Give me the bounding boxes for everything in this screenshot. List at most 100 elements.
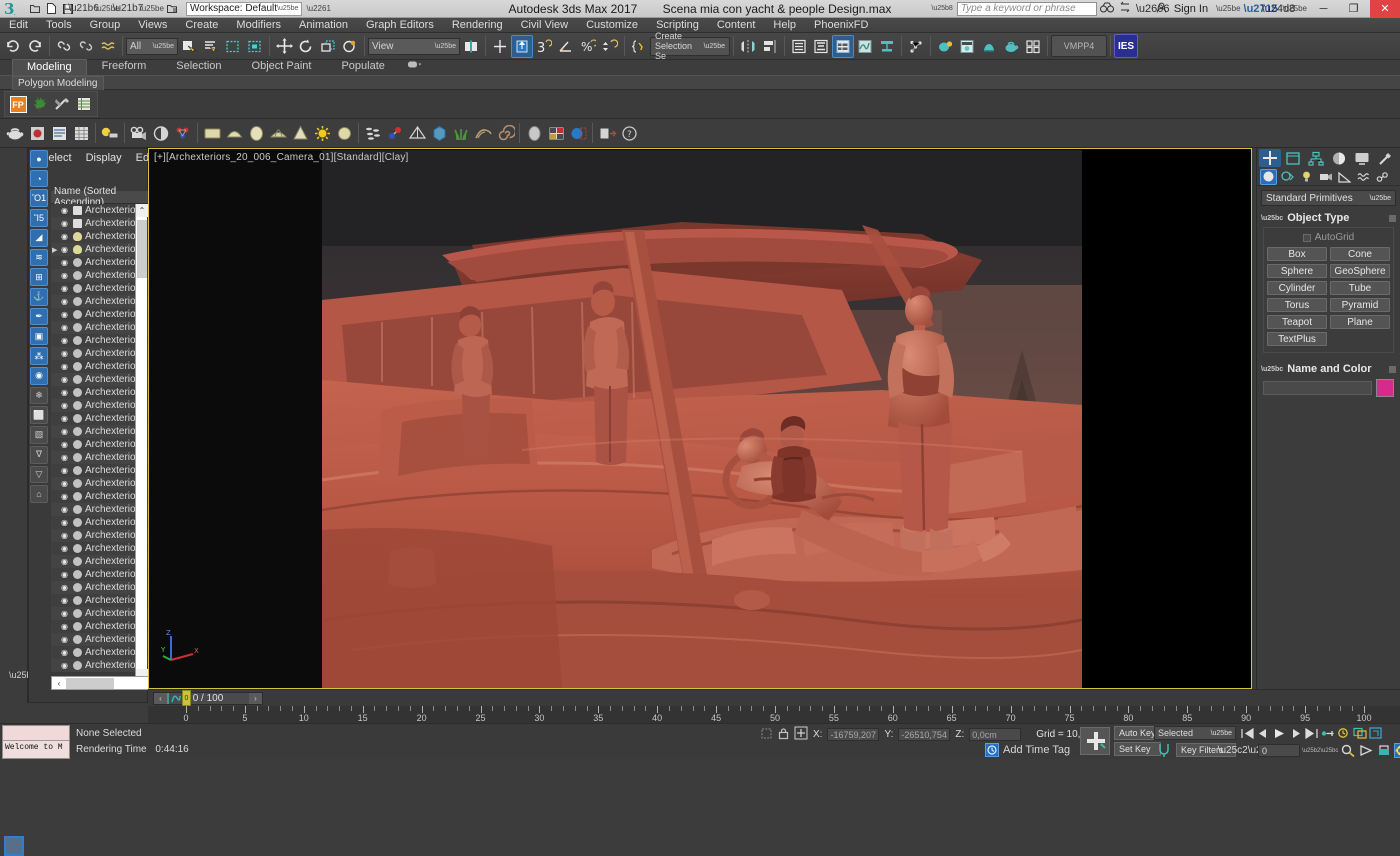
explorer-tool-cameras-icon[interactable]: Ἲ5	[30, 209, 48, 227]
maxscript-mini-listener[interactable]: Welcome to M	[2, 725, 70, 759]
set-key-button-large[interactable]	[1080, 727, 1110, 755]
x-coordinate-input[interactable]: -16759,207	[827, 728, 879, 741]
previous-frame-button[interactable]	[1256, 725, 1271, 741]
scroll-left-icon[interactable]: ‹	[52, 677, 66, 689]
qat-overflow-icon[interactable]: \u2261	[306, 4, 330, 13]
primitive-button-box[interactable]: Box	[1267, 247, 1327, 261]
redo-qat-icon[interactable]: \u21b7	[120, 1, 135, 16]
cone-primitive-icon[interactable]	[289, 122, 311, 144]
help-icon[interactable]: \u24d8	[1262, 3, 1277, 15]
visibility-eye-icon[interactable]: ◉	[61, 492, 70, 501]
visibility-eye-icon[interactable]: ◉	[61, 297, 70, 306]
menu-item-rendering[interactable]: Rendering	[443, 18, 512, 33]
pyramid-wire-icon[interactable]	[406, 122, 428, 144]
redo-caret-icon[interactable]: \u25be	[139, 4, 163, 13]
curve-editor-button[interactable]	[854, 35, 876, 58]
orbit-icon[interactable]	[1394, 743, 1400, 758]
shell-primitive-icon[interactable]	[267, 122, 289, 144]
menu-item-modifiers[interactable]: Modifiers	[227, 18, 290, 33]
sphere-light-icon[interactable]	[333, 122, 355, 144]
go-to-start-button[interactable]	[1240, 725, 1255, 741]
primitive-button-cylinder[interactable]: Cylinder	[1267, 281, 1327, 295]
mirror-geometry-button[interactable]	[737, 35, 759, 58]
named-selection-sets-button[interactable]	[628, 35, 650, 58]
sphere-grey-icon[interactable]	[523, 122, 545, 144]
project-folder-icon[interactable]	[165, 1, 180, 16]
autogrid-row[interactable]: AutoGrid	[1267, 232, 1390, 243]
object-category-dropdown[interactable]: Standard Primitives \u25be	[1261, 190, 1396, 206]
explorer-tool-xrefs-icon[interactable]: ⚓	[30, 288, 48, 306]
visibility-eye-icon[interactable]: ◉	[61, 635, 70, 644]
visibility-eye-icon[interactable]: ◉	[61, 336, 70, 345]
foam-particles-icon[interactable]	[362, 122, 384, 144]
motion-tab[interactable]	[1328, 149, 1350, 167]
next-frame-icon[interactable]: ›	[249, 693, 262, 704]
explorer-tool-visibility-icon[interactable]: ◉	[30, 367, 48, 385]
rectangular-selection-region-button[interactable]	[222, 35, 244, 58]
explorer-tool-helpers-icon[interactable]: ◢	[30, 229, 48, 247]
window-crossing-toggle-button[interactable]	[244, 35, 266, 58]
select-by-name-button[interactable]	[200, 35, 222, 58]
viewcube-thumbnail[interactable]	[4, 836, 24, 856]
primitive-button-torus[interactable]: Torus	[1267, 298, 1327, 312]
ribbon-minimize-icon[interactable]	[400, 58, 428, 75]
modify-tab[interactable]	[1282, 149, 1304, 167]
visibility-eye-icon[interactable]: ◉	[61, 401, 70, 410]
scene-explorer-vertical-scrollbar[interactable]: ⌃ ⌄	[135, 204, 147, 682]
sign-in-label[interactable]: Sign In	[1174, 3, 1208, 15]
sphere-primitive-icon[interactable]	[245, 122, 267, 144]
visibility-eye-icon[interactable]: ◉	[61, 414, 70, 423]
list-panel-icon[interactable]	[48, 122, 70, 144]
explorer-tool-lights-icon[interactable]: Ὂ1	[30, 189, 48, 207]
maximize-window-button[interactable]: ❐	[1340, 0, 1367, 18]
pan-view-icon[interactable]	[1376, 743, 1392, 758]
geometry-subtab[interactable]	[1260, 169, 1277, 185]
visibility-eye-icon[interactable]: ◉	[61, 271, 70, 280]
schematic-view-button[interactable]	[876, 35, 898, 58]
user-account-icon[interactable]	[1154, 2, 1169, 16]
visibility-eye-icon[interactable]: ◉	[61, 219, 70, 228]
key-filter-toggle-icon[interactable]	[1156, 743, 1172, 760]
table-list-icon[interactable]	[73, 93, 95, 115]
primitive-button-pyramid[interactable]: Pyramid	[1330, 298, 1390, 312]
explorer-tool-containers2-icon[interactable]: ⌂	[30, 485, 48, 503]
visibility-eye-icon[interactable]: ◉	[61, 531, 70, 540]
ribbon-tab-object-paint[interactable]: Object Paint	[237, 58, 327, 75]
autodesk-x-icon[interactable]: \u2715	[1244, 3, 1259, 15]
select-and-scale-button[interactable]	[317, 35, 339, 58]
explorer-tool-shapes-icon[interactable]: ◔	[30, 170, 48, 188]
viewport[interactable]: X Y Z	[148, 148, 1252, 689]
listener-input-pane[interactable]: Welcome to M	[3, 741, 69, 752]
visibility-eye-icon[interactable]: ◉	[61, 310, 70, 319]
menu-item-phoenixfd[interactable]: PhoenixFD	[805, 18, 877, 33]
help-circle-icon[interactable]: ?	[618, 122, 640, 144]
menu-item-create[interactable]: Create	[176, 18, 227, 33]
material-preview-icon[interactable]	[26, 122, 48, 144]
explorer-tool-containers-icon[interactable]: ▣	[30, 327, 48, 345]
render-production-button[interactable]	[1000, 35, 1022, 58]
menu-item-content[interactable]: Content	[708, 18, 765, 33]
open-asset-tracking-button[interactable]	[1022, 35, 1044, 58]
set-key-button[interactable]: Set Key	[1114, 742, 1161, 756]
autogrid-checkbox[interactable]	[1303, 234, 1311, 242]
search-expand-icon[interactable]: \u25b8	[931, 5, 952, 12]
play-animation-button[interactable]	[1272, 725, 1287, 741]
angle-snap-toggle-button[interactable]	[555, 35, 577, 58]
snaps-toggle-button[interactable]: 3	[533, 35, 555, 58]
scene-explorer-horizontal-scrollbar[interactable]: ‹ ›	[51, 676, 161, 690]
explorer-tool-hide-icon[interactable]: ⬜	[30, 406, 48, 424]
ribbon-tab-modeling[interactable]: Modeling	[12, 59, 87, 75]
globe-render-icon[interactable]	[567, 122, 589, 144]
current-frame-input[interactable]: 0	[1258, 744, 1300, 757]
select-and-link-button[interactable]	[53, 35, 75, 58]
ribbon-tab-freeform[interactable]: Freeform	[87, 58, 162, 75]
ice-crystal-icon[interactable]	[428, 122, 450, 144]
explorer-tool-freeze-icon[interactable]: ❄	[30, 387, 48, 405]
go-to-end-button[interactable]	[1304, 725, 1319, 741]
explorer-tool-bones-icon[interactable]: ✒	[30, 308, 48, 326]
primitive-button-teapot[interactable]: Teapot	[1267, 315, 1327, 329]
systems-subtab[interactable]	[1374, 169, 1391, 185]
lights-subtab[interactable]	[1298, 169, 1315, 185]
scroll-up-icon[interactable]: ⌃	[136, 204, 148, 217]
redo-button[interactable]	[24, 35, 46, 58]
